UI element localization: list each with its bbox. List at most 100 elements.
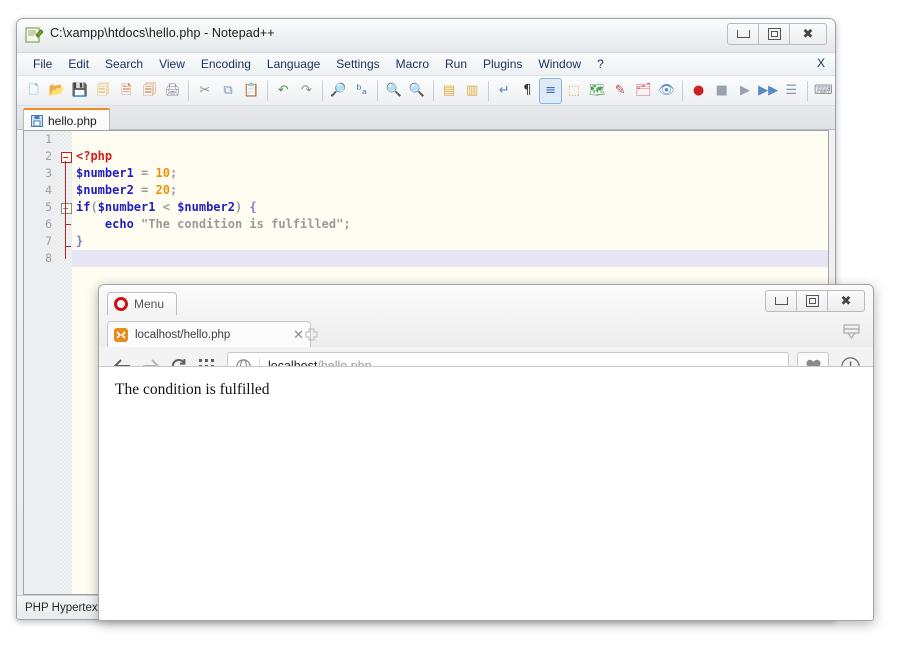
cut-icon[interactable]: ✂ xyxy=(193,78,216,104)
menu-item-window[interactable]: Window xyxy=(530,55,589,73)
menu-item-view[interactable]: View xyxy=(151,55,193,73)
code-token: ( xyxy=(90,200,97,214)
fold-toggle-icon[interactable] xyxy=(61,152,72,163)
code-line[interactable]: echo "The condition is fulfilled"; xyxy=(72,216,828,233)
zoom-out-icon[interactable]: 🔍 xyxy=(405,78,428,104)
save-icon[interactable]: 💾 xyxy=(68,78,91,104)
opera-browser-window: Menu ✖ localhost/hello.php ✕ xyxy=(98,284,874,621)
sync-vertical-scroll-icon[interactable]: ▤ xyxy=(437,78,460,104)
code-token: $number1 xyxy=(98,200,156,214)
zoom-in-icon[interactable]: 🔍 xyxy=(382,78,405,104)
code-token: } xyxy=(76,234,83,248)
menu-item-edit[interactable]: Edit xyxy=(60,55,97,73)
indent-guide-icon[interactable]: ≡ xyxy=(539,78,562,104)
undo-icon[interactable]: ↶ xyxy=(272,78,295,104)
paste-icon[interactable]: 📋 xyxy=(240,78,263,104)
document-list-icon[interactable]: ✎ xyxy=(609,78,632,104)
new-tab-button[interactable] xyxy=(305,328,318,344)
start-record-macro-icon[interactable]: ● xyxy=(687,78,710,104)
copy-icon[interactable]: ⧉ xyxy=(216,78,239,104)
toolbar-separator xyxy=(188,81,189,101)
minimize-button[interactable] xyxy=(765,290,797,312)
maximize-button[interactable] xyxy=(758,23,790,45)
code-line[interactable]: if($number1 < $number2) { xyxy=(72,199,828,216)
show-doc-map-icon[interactable]: 🗺 xyxy=(585,78,608,104)
code-token xyxy=(148,183,155,197)
sidebar-panel-icon[interactable] xyxy=(839,321,863,343)
show-all-characters-icon[interactable]: ¶ xyxy=(516,78,539,104)
code-token: "The condition is fulfilled" xyxy=(141,217,343,231)
line-number-gutter: 12345678 xyxy=(24,131,58,594)
print-icon[interactable]: 🖨 xyxy=(161,78,184,104)
code-line[interactable] xyxy=(72,250,828,267)
line-number: 8 xyxy=(24,250,58,267)
xampp-favicon-icon xyxy=(114,328,128,342)
code-token xyxy=(134,166,141,180)
run-icon[interactable]: ⌨ xyxy=(812,78,835,104)
close-file-icon[interactable]: 🗎 xyxy=(115,78,138,104)
line-number: 3 xyxy=(24,165,58,182)
fold-toggle-icon[interactable] xyxy=(61,203,72,214)
user-defined-dialog-icon[interactable]: ⬚ xyxy=(562,78,585,104)
plus-icon xyxy=(305,328,318,341)
replace-icon[interactable]: ᵇₐ xyxy=(350,78,373,104)
line-number: 4 xyxy=(24,182,58,199)
code-token: $number1 xyxy=(76,166,134,180)
window-title: C:\xampp\htdocs\hello.php - Notepad++ xyxy=(50,26,275,40)
opera-menu-button[interactable]: Menu xyxy=(107,292,177,315)
close-document-button[interactable]: X xyxy=(817,56,825,70)
close-all-files-icon[interactable]: 🗐 xyxy=(138,78,161,104)
fold-range-end xyxy=(65,246,71,247)
folder-as-workspace-icon[interactable]: 👁 xyxy=(655,78,678,104)
notepad-document-tabs: hello.php xyxy=(17,106,835,130)
menu-item-encoding[interactable]: Encoding xyxy=(193,55,259,73)
browser-tab-title: localhost/hello.php xyxy=(135,329,286,341)
play-macro-icon[interactable]: ▶ xyxy=(733,78,756,104)
fold-margin[interactable] xyxy=(58,131,72,594)
close-button[interactable]: ✖ xyxy=(789,23,827,45)
notepad-titlebar[interactable]: C:\xampp\htdocs\hello.php - Notepad++ ✖ xyxy=(17,19,835,53)
menu-item-search[interactable]: Search xyxy=(97,55,151,73)
fold-range-line xyxy=(65,161,66,259)
menu-item-macro[interactable]: Macro xyxy=(388,55,437,73)
menu-item-run[interactable]: Run xyxy=(437,55,475,73)
menu-item-plugins[interactable]: Plugins xyxy=(475,55,530,73)
opera-tabstrip: localhost/hello.php ✕ xyxy=(99,317,873,347)
maximize-button[interactable] xyxy=(796,290,828,312)
menu-item-settings[interactable]: Settings xyxy=(328,55,387,73)
redo-icon[interactable]: ↷ xyxy=(295,78,318,104)
toolbar-separator xyxy=(433,81,434,101)
code-line[interactable] xyxy=(72,131,828,148)
stop-record-macro-icon[interactable]: ■ xyxy=(710,78,733,104)
sync-horizontal-scroll-icon[interactable]: ▥ xyxy=(461,78,484,104)
word-wrap-icon[interactable]: ↵ xyxy=(493,78,516,104)
code-token: echo xyxy=(105,217,134,231)
run-macro-multiple-icon[interactable]: ▶▶ xyxy=(757,78,780,104)
browser-viewport: The condition is fulfilled xyxy=(99,366,873,620)
code-token: ; xyxy=(170,166,177,180)
browser-tab-localhost[interactable]: localhost/hello.php ✕ xyxy=(107,321,311,348)
menu-item-file[interactable]: File xyxy=(25,55,60,73)
screen: C:\xampp\htdocs\hello.php - Notepad++ ✖ … xyxy=(0,0,909,669)
line-number: 6 xyxy=(24,216,58,233)
opera-logo-icon xyxy=(114,297,128,311)
menu-item-language[interactable]: Language xyxy=(259,55,328,73)
code-line[interactable]: $number1 = 10; xyxy=(72,165,828,182)
save-all-icon[interactable]: 🗐 xyxy=(92,78,115,104)
find-icon[interactable]: 🔎 xyxy=(327,78,350,104)
code-line[interactable]: <?php xyxy=(72,148,828,165)
menu-item-[interactable]: ? xyxy=(589,55,612,73)
code-line[interactable]: $number2 = 20; xyxy=(72,182,828,199)
function-list-icon[interactable]: 🗂 xyxy=(632,78,655,104)
minimize-button[interactable] xyxy=(727,23,759,45)
code-token: $number2 xyxy=(177,200,235,214)
document-tab-hello-php[interactable]: hello.php xyxy=(23,108,110,131)
save-macro-icon[interactable]: ☰ xyxy=(780,78,803,104)
line-number: 1 xyxy=(24,131,58,148)
close-button[interactable]: ✖ xyxy=(827,290,865,312)
code-line[interactable]: } xyxy=(72,233,828,250)
opera-menu-label: Menu xyxy=(134,297,164,311)
new-file-icon[interactable]: 🗋 xyxy=(22,78,45,104)
open-file-icon[interactable]: 📂 xyxy=(45,78,68,104)
close-icon[interactable]: ✕ xyxy=(293,329,304,342)
